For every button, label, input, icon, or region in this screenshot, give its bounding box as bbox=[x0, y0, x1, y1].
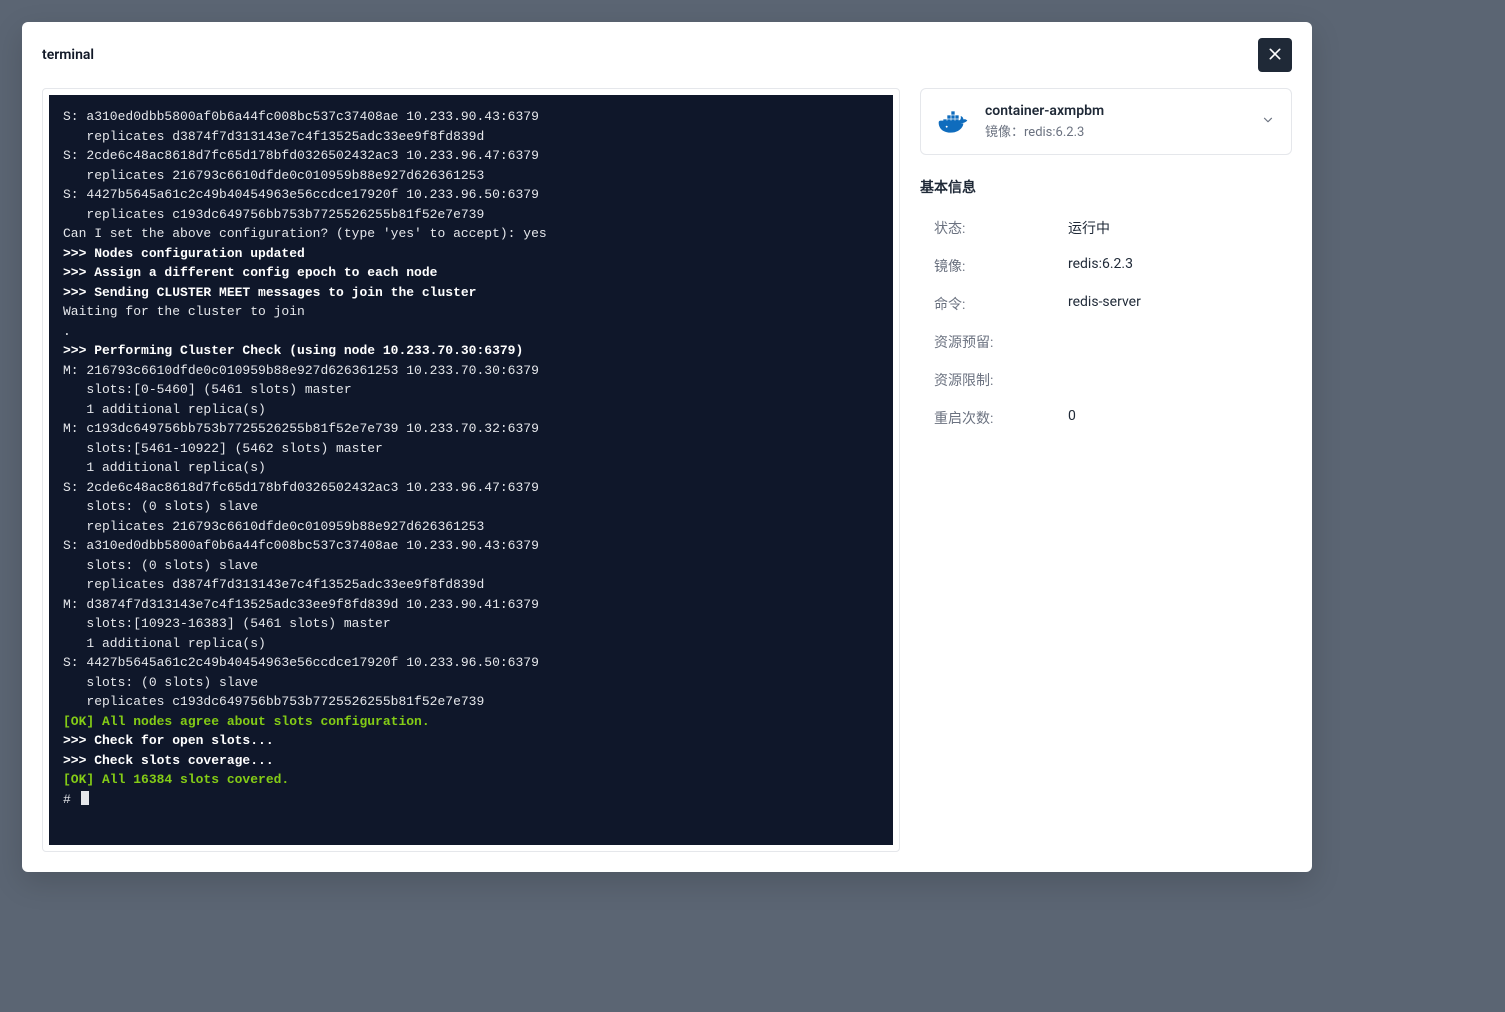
modal-body: S: a310ed0dbb5800af0b6a44fc008bc537c3740… bbox=[22, 88, 1312, 872]
info-value: 0 bbox=[1068, 408, 1076, 428]
close-button[interactable] bbox=[1258, 38, 1292, 72]
terminal-line: slots:[5461-10922] (5462 slots) master bbox=[63, 439, 879, 459]
info-value: 运行中 bbox=[1068, 218, 1110, 238]
terminal-line: replicates 216793c6610dfde0c010959b88e92… bbox=[63, 166, 879, 186]
container-name: container-axmpbm bbox=[985, 103, 1247, 119]
info-row: 命令:redis-server bbox=[920, 285, 1292, 323]
info-row: 镜像:redis:6.2.3 bbox=[920, 247, 1292, 285]
terminal-line: >>> Check slots coverage... bbox=[63, 751, 879, 771]
terminal-line: S: 2cde6c48ac8618d7fc65d178bfd0326502432… bbox=[63, 146, 879, 166]
terminal-line: slots:[10923-16383] (5461 slots) master bbox=[63, 614, 879, 634]
info-section-title: 基本信息 bbox=[920, 177, 1292, 197]
close-icon bbox=[1267, 46, 1283, 65]
chevron-down-icon bbox=[1261, 113, 1275, 131]
terminal-line: replicates 216793c6610dfde0c010959b88e92… bbox=[63, 517, 879, 537]
terminal-line: . bbox=[63, 322, 879, 342]
terminal-line: S: 4427b5645a61c2c49b40454963e56ccdce179… bbox=[63, 185, 879, 205]
terminal-line: S: 2cde6c48ac8618d7fc65d178bfd0326502432… bbox=[63, 478, 879, 498]
terminal-line: [OK] All nodes agree about slots configu… bbox=[63, 712, 879, 732]
terminal-line: replicates c193dc649756bb753b7725526255b… bbox=[63, 692, 879, 712]
terminal-line: M: d3874f7d313143e7c4f13525adc33ee9f8fd8… bbox=[63, 595, 879, 615]
container-subtitle-value: redis:6.2.3 bbox=[1024, 125, 1084, 140]
modal-title: terminal bbox=[42, 47, 94, 63]
terminal-panel: S: a310ed0dbb5800af0b6a44fc008bc537c3740… bbox=[42, 88, 900, 852]
info-row: 状态:运行中 bbox=[920, 209, 1292, 247]
container-subtitle-prefix: 镜像： bbox=[985, 125, 1024, 140]
info-value: redis-server bbox=[1068, 294, 1141, 314]
terminal-line: 1 additional replica(s) bbox=[63, 634, 879, 654]
docker-icon bbox=[937, 110, 971, 134]
terminal-line: S: a310ed0dbb5800af0b6a44fc008bc537c3740… bbox=[63, 536, 879, 556]
info-label: 镜像: bbox=[920, 256, 1068, 276]
terminal-line: slots: (0 slots) slave bbox=[63, 497, 879, 517]
info-label: 资源限制: bbox=[920, 370, 1068, 390]
terminal-line: M: 216793c6610dfde0c010959b88e927d626361… bbox=[63, 361, 879, 381]
terminal-prompt[interactable]: # bbox=[63, 790, 879, 810]
info-label: 重启次数: bbox=[920, 408, 1068, 428]
info-label: 状态: bbox=[920, 218, 1068, 238]
terminal-line: replicates d3874f7d313143e7c4f13525adc33… bbox=[63, 575, 879, 595]
terminal-line: 1 additional replica(s) bbox=[63, 458, 879, 478]
terminal-line: M: c193dc649756bb753b7725526255b81f52e7e… bbox=[63, 419, 879, 439]
info-row: 资源限制: bbox=[920, 361, 1292, 399]
info-label: 命令: bbox=[920, 294, 1068, 314]
terminal-line: slots:[0-5460] (5461 slots) master bbox=[63, 380, 879, 400]
container-subtitle: 镜像：redis:6.2.3 bbox=[985, 121, 1247, 140]
terminal-line: Can I set the above configuration? (type… bbox=[63, 224, 879, 244]
terminal-output[interactable]: S: a310ed0dbb5800af0b6a44fc008bc537c3740… bbox=[49, 95, 893, 845]
terminal-line: S: 4427b5645a61c2c49b40454963e56ccdce179… bbox=[63, 653, 879, 673]
terminal-line: replicates d3874f7d313143e7c4f13525adc33… bbox=[63, 127, 879, 147]
side-panel: container-axmpbm 镜像：redis:6.2.3 基本信息 状态:… bbox=[920, 88, 1292, 437]
info-label: 资源预留: bbox=[920, 332, 1068, 352]
terminal-modal: terminal S: a310ed0dbb5800af0b6a44fc008b… bbox=[22, 22, 1312, 872]
container-texts: container-axmpbm 镜像：redis:6.2.3 bbox=[985, 103, 1247, 140]
modal-header: terminal bbox=[22, 22, 1312, 88]
terminal-line: >>> Assign a different config epoch to e… bbox=[63, 263, 879, 283]
terminal-line: slots: (0 slots) slave bbox=[63, 556, 879, 576]
terminal-line: >>> Nodes configuration updated bbox=[63, 244, 879, 264]
info-row: 重启次数:0 bbox=[920, 399, 1292, 437]
terminal-line: >>> Check for open slots... bbox=[63, 731, 879, 751]
terminal-line: >>> Sending CLUSTER MEET messages to joi… bbox=[63, 283, 879, 303]
info-list: 状态:运行中镜像:redis:6.2.3命令:redis-server资源预留:… bbox=[920, 209, 1292, 437]
terminal-line: 1 additional replica(s) bbox=[63, 400, 879, 420]
terminal-line: >>> Performing Cluster Check (using node… bbox=[63, 341, 879, 361]
terminal-line: S: a310ed0dbb5800af0b6a44fc008bc537c3740… bbox=[63, 107, 879, 127]
container-card[interactable]: container-axmpbm 镜像：redis:6.2.3 bbox=[920, 88, 1292, 155]
terminal-line: replicates c193dc649756bb753b7725526255b… bbox=[63, 205, 879, 225]
terminal-cursor bbox=[81, 791, 89, 805]
terminal-line: Waiting for the cluster to join bbox=[63, 302, 879, 322]
terminal-line: [OK] All 16384 slots covered. bbox=[63, 770, 879, 790]
info-value: redis:6.2.3 bbox=[1068, 256, 1133, 276]
terminal-line: slots: (0 slots) slave bbox=[63, 673, 879, 693]
info-row: 资源预留: bbox=[920, 323, 1292, 361]
